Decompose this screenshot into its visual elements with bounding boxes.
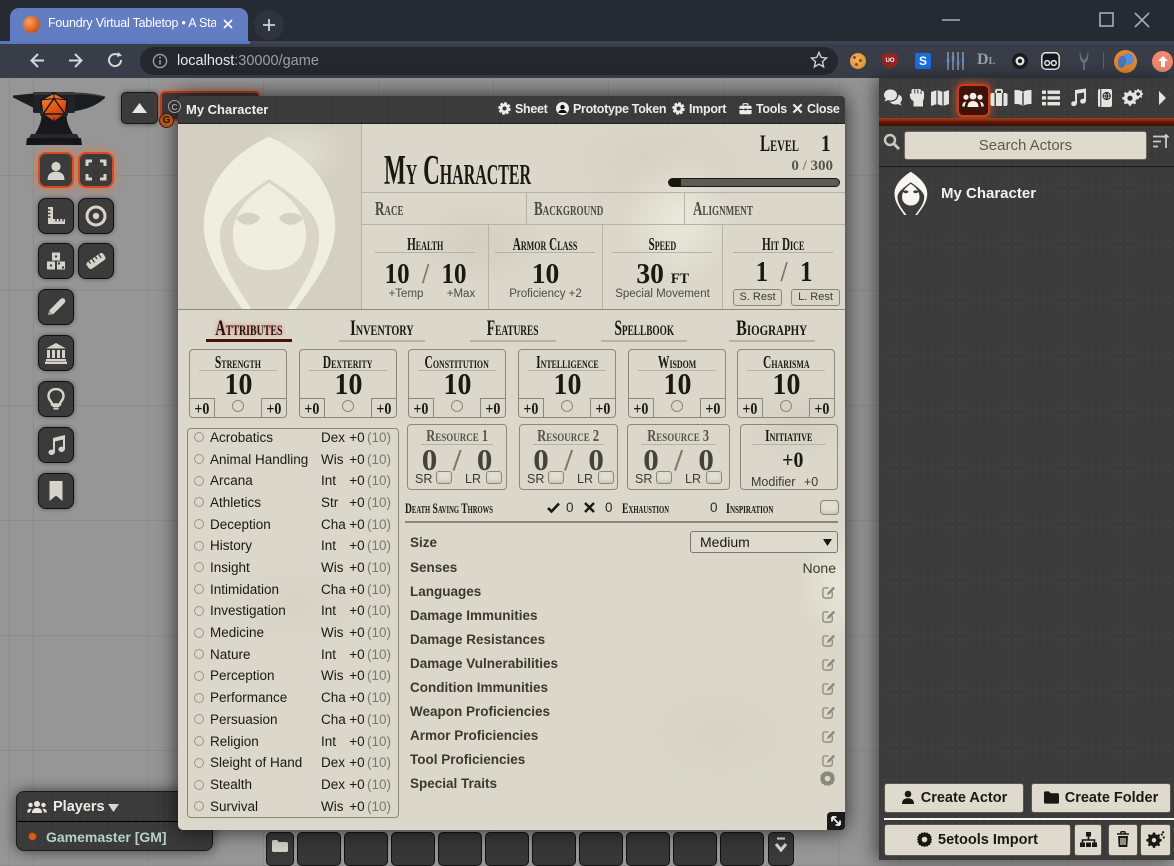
svg-text:UO: UO (886, 58, 895, 64)
